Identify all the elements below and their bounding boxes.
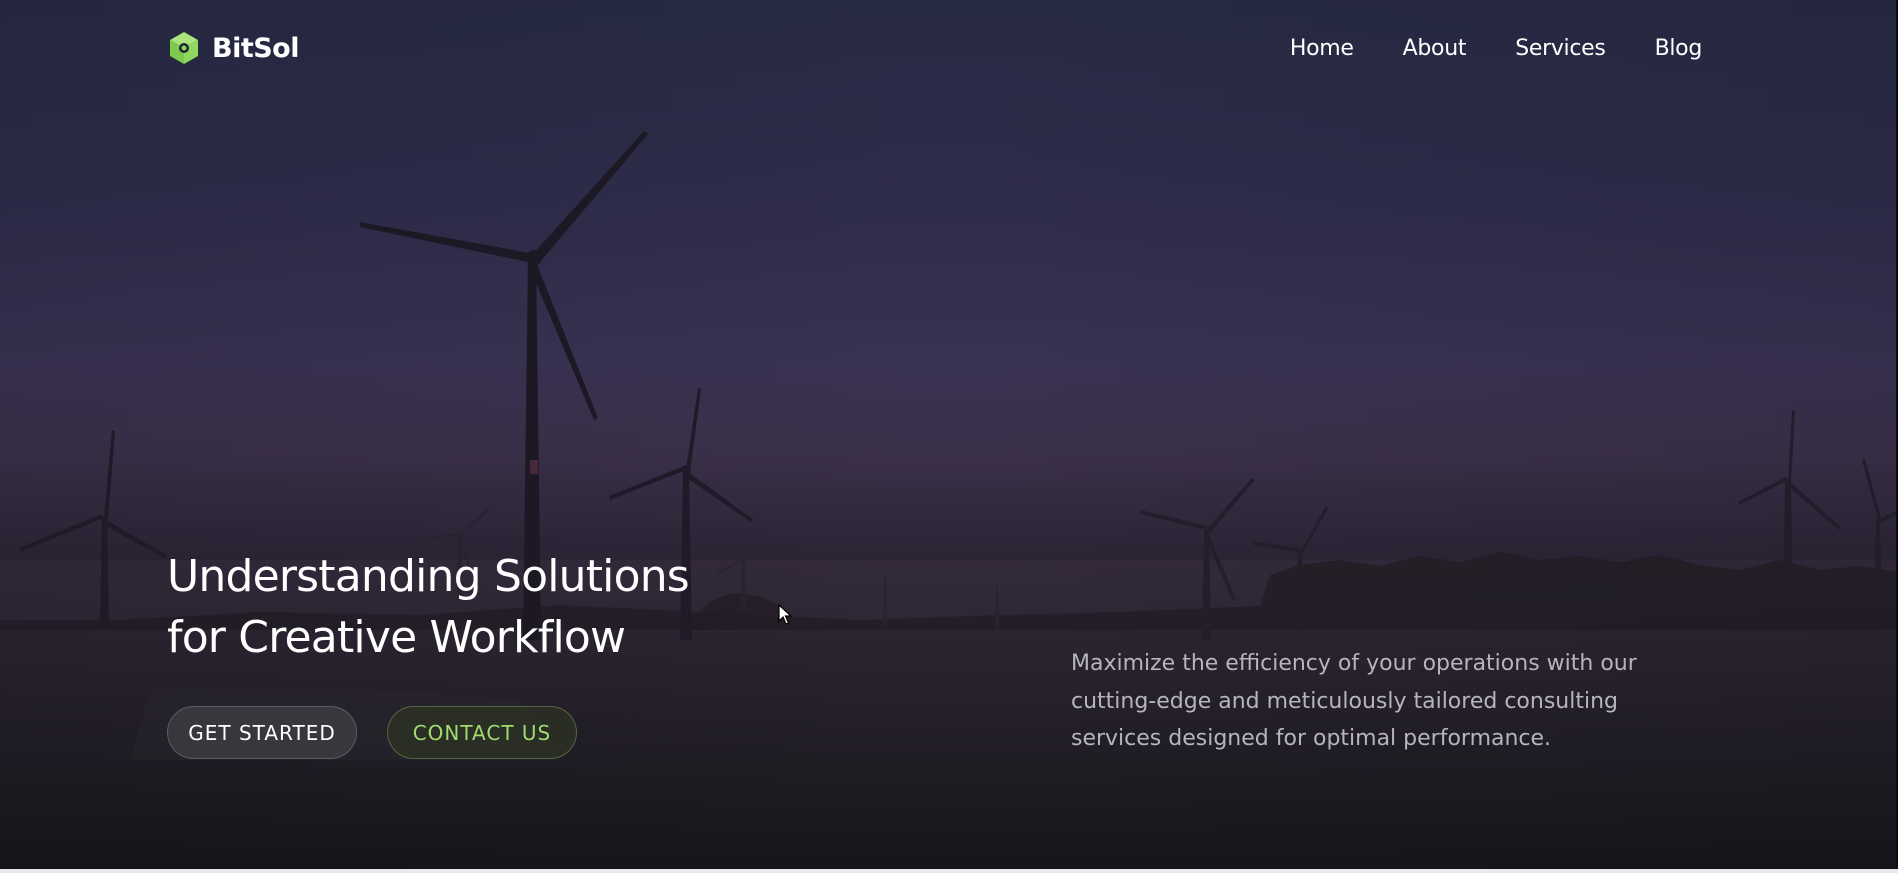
hero-headline-line2: for Creative Workflow <box>167 612 626 663</box>
brand-name: BitSol <box>212 32 300 64</box>
nav-item-services[interactable]: Services <box>1515 36 1606 61</box>
hero-description: Maximize the efficiency of your operatio… <box>1071 651 1637 751</box>
brand-logo[interactable]: BitSol <box>168 31 300 65</box>
nav-item-home[interactable]: Home <box>1290 36 1354 61</box>
cube-icon <box>170 32 198 64</box>
contact-us-button[interactable]: CONTACT US <box>387 706 577 759</box>
get-started-button[interactable]: GET STARTED <box>167 706 357 759</box>
window-bottom-edge <box>0 869 1898 873</box>
hero-actions: GET STARTED CONTACT US <box>167 706 577 759</box>
hero-headline: Understanding Solutions for Creative Wor… <box>167 546 867 668</box>
site-header: BitSol Home About Services Blog <box>168 28 1702 68</box>
nav-item-about[interactable]: About <box>1403 36 1467 61</box>
mouse-cursor-icon <box>778 604 792 625</box>
nav-item-blog[interactable]: Blog <box>1655 36 1703 61</box>
hero-headline-line1: Understanding Solutions <box>167 551 690 602</box>
main-nav: Home About Services Blog <box>1290 36 1702 61</box>
